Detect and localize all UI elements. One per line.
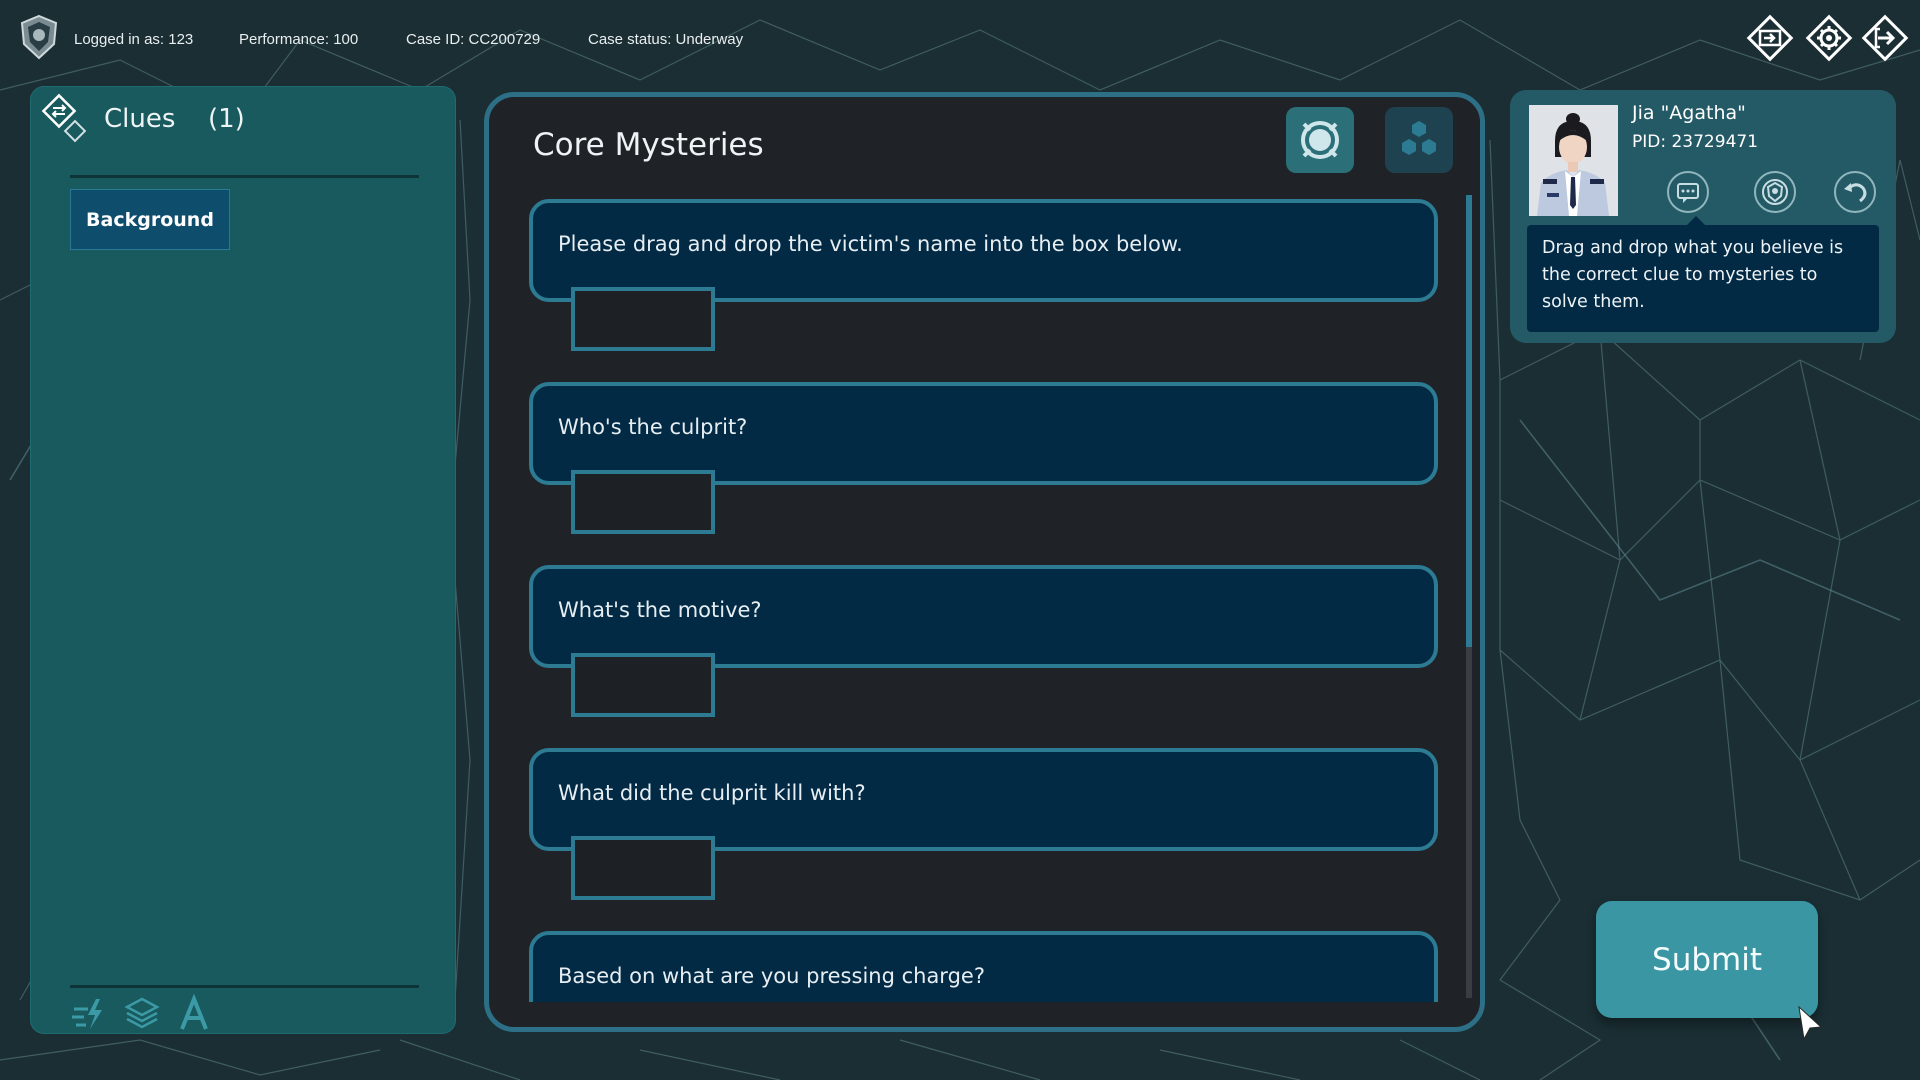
settings-gear-icon[interactable]: [1804, 13, 1854, 63]
character-pid: PID: 23729471: [1632, 132, 1759, 152]
chat-icon[interactable]: [1665, 169, 1711, 215]
logged-in-label: Logged in as: 123: [74, 31, 194, 48]
target-mode-icon: [1301, 121, 1339, 159]
clue-item-background[interactable]: Background: [70, 189, 230, 250]
question-text: Please drag and drop the victim's name i…: [558, 232, 1183, 256]
exit-icon[interactable]: [1860, 13, 1910, 63]
character-portrait: [1529, 105, 1618, 216]
answer-drop-slot[interactable]: [571, 653, 715, 717]
font-icon[interactable]: [174, 993, 214, 1033]
answer-drop-slot[interactable]: [571, 287, 715, 351]
question-text: Who's the culprit?: [558, 415, 748, 439]
submit-button[interactable]: Submit: [1596, 901, 1818, 1018]
police-shield-logo-icon: [20, 14, 58, 60]
clues-count: (1): [208, 104, 245, 134]
case-file-icon[interactable]: [1745, 13, 1795, 63]
question-box: Based on what are you pressing charge?: [529, 931, 1438, 1002]
clues-panel: Clues (1) Background: [30, 86, 456, 1034]
mystery-item: Based on what are you pressing charge?: [529, 931, 1438, 1002]
answer-drop-slot[interactable]: [571, 836, 715, 900]
core-mysteries-panel: Core Mysteries Please drag and drop the …: [484, 92, 1485, 1032]
clues-title: Clues: [104, 104, 176, 134]
performance-label: Performance: 100: [239, 31, 359, 48]
flash-edit-icon[interactable]: [68, 993, 108, 1033]
scrollbar-thumb[interactable]: [1466, 195, 1472, 647]
top-bar: Logged in as: 123 Performance: 100 Case …: [0, 0, 1920, 80]
character-tip: Drag and drop what you believe is the co…: [1527, 225, 1879, 332]
core-mysteries-title: Core Mysteries: [533, 127, 764, 163]
mysteries-list: Please drag and drop the victim's name i…: [529, 199, 1449, 1002]
mystery-item: Please drag and drop the victim's name i…: [529, 199, 1438, 379]
case-status-label: Case status: Underway: [588, 31, 744, 48]
police-badge-icon[interactable]: [1752, 169, 1798, 215]
case-id-label: Case ID: CC200729: [406, 31, 541, 48]
character-card: Jia "Agatha" PID: 23729471 Drag and drop…: [1510, 90, 1896, 343]
mystery-item: Who's the culprit?: [529, 382, 1438, 562]
character-name: Jia "Agatha": [1632, 102, 1746, 124]
question-text: What did the culprit kill with?: [558, 781, 866, 805]
clues-icon: [41, 93, 87, 143]
answer-drop-slot[interactable]: [571, 470, 715, 534]
question-text: What's the motive?: [558, 598, 762, 622]
clues-bottom-divider: [70, 985, 419, 988]
mystery-item: What did the culprit kill with?: [529, 748, 1438, 928]
cluster-mode-icon: [1402, 121, 1436, 155]
clues-divider: [70, 175, 419, 178]
mystery-item: What's the motive?: [529, 565, 1438, 745]
target-mode-button[interactable]: [1286, 107, 1354, 173]
layers-icon[interactable]: [122, 993, 162, 1033]
undo-icon[interactable]: [1832, 169, 1878, 215]
cluster-mode-button[interactable]: [1385, 107, 1453, 173]
mouse-cursor-icon: [1798, 1005, 1823, 1041]
question-text: Based on what are you pressing charge?: [558, 964, 985, 988]
